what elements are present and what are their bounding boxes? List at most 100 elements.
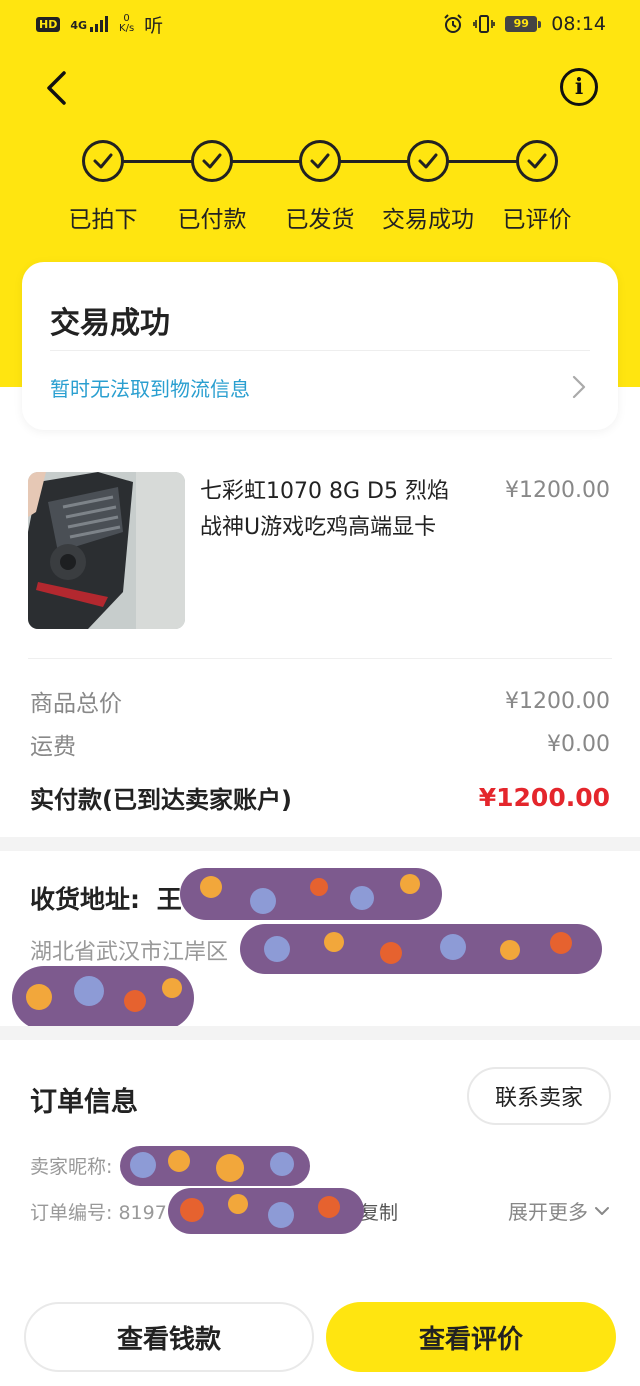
progress-step: 已发货 bbox=[260, 140, 380, 234]
copy-order-number-button[interactable]: 复制 bbox=[360, 1198, 398, 1225]
paid-label: 实付款(已到达卖家账户) bbox=[30, 786, 292, 814]
check-icon bbox=[516, 140, 558, 182]
check-icon bbox=[82, 140, 124, 182]
battery-tip bbox=[538, 20, 542, 28]
censor-overlay bbox=[120, 1146, 310, 1186]
check-icon bbox=[191, 140, 233, 182]
step-label: 交易成功 bbox=[382, 207, 474, 233]
censor-pattern bbox=[180, 1198, 204, 1222]
progress-step: 已付款 bbox=[152, 140, 272, 234]
censor-pattern bbox=[400, 874, 420, 894]
clock: 08:14 bbox=[551, 13, 606, 35]
paid-value: ¥1200.00 bbox=[478, 783, 610, 812]
step-label: 已评价 bbox=[502, 207, 572, 233]
hd-badge: HD bbox=[36, 16, 61, 32]
product-title-line: 七彩虹1070 8G D5 烈焰 bbox=[200, 479, 449, 504]
address-text: 湖北省武汉市江岸区 bbox=[30, 940, 229, 965]
chevron-left-icon bbox=[47, 71, 66, 105]
censor-pattern bbox=[268, 1202, 294, 1228]
censor-pattern bbox=[350, 886, 374, 910]
contact-seller-button[interactable]: 联系卖家 bbox=[467, 1067, 611, 1125]
censor-overlay bbox=[180, 868, 442, 920]
product-title[interactable]: 七彩虹1070 8G D5 烈焰 战神U游戏吃鸡高端显卡 bbox=[200, 474, 490, 546]
censor-pattern bbox=[168, 1150, 190, 1172]
progress-step: 交易成功 bbox=[368, 140, 488, 234]
censor-pattern bbox=[310, 878, 328, 896]
product-price: ¥1200.00 bbox=[505, 478, 610, 503]
expand-more-button[interactable]: 展开更多 bbox=[508, 1196, 610, 1225]
address-label-text: 收货地址: bbox=[30, 885, 140, 914]
censor-pattern bbox=[130, 1152, 156, 1178]
censor-pattern bbox=[124, 990, 146, 1012]
signal-icon bbox=[90, 16, 109, 32]
check-icon bbox=[299, 140, 341, 182]
censor-overlay bbox=[240, 924, 602, 974]
chevron-down-icon bbox=[595, 1206, 609, 1215]
net-speed-unit: K/s bbox=[119, 23, 135, 34]
censor-pattern bbox=[270, 1152, 294, 1176]
seller-nickname-label: 卖家昵称: bbox=[30, 1156, 113, 1178]
logistics-row[interactable]: 暂时无法取到物流信息 bbox=[50, 362, 588, 412]
view-money-button[interactable]: 查看钱款 bbox=[24, 1302, 314, 1372]
listen-icon: 听 bbox=[144, 14, 164, 37]
censor-pattern bbox=[440, 934, 466, 960]
section-separator bbox=[0, 1026, 640, 1040]
censor-pattern bbox=[324, 932, 344, 952]
info-icon: i bbox=[574, 74, 584, 100]
alarm-icon bbox=[444, 14, 462, 33]
shipping-label: 运费 bbox=[30, 734, 76, 760]
product-image[interactable] bbox=[28, 472, 185, 629]
censor-pattern bbox=[380, 942, 402, 964]
censor-overlay bbox=[168, 1188, 364, 1234]
censor-pattern bbox=[200, 876, 222, 898]
censor-pattern bbox=[216, 1154, 244, 1182]
trade-status-title: 交易成功 bbox=[50, 306, 170, 341]
step-label: 已付款 bbox=[177, 207, 247, 233]
censor-pattern bbox=[162, 978, 182, 998]
vibrate-icon bbox=[473, 15, 496, 33]
order-number-label: 订单编号: 8197 bbox=[30, 1202, 167, 1224]
goods-total-label: 商品总价 bbox=[30, 691, 122, 717]
goods-total-value: ¥1200.00 bbox=[505, 688, 610, 714]
view-review-button[interactable]: 查看评价 bbox=[326, 1302, 616, 1372]
network-indicator: 4G bbox=[70, 16, 109, 32]
status-bar-left: HD 4G 0 K/s 听 bbox=[36, 11, 163, 38]
status-card: 交易成功 暂时无法取到物流信息 bbox=[22, 262, 618, 430]
shipping-row: 运费 ¥0.00 bbox=[30, 727, 610, 761]
step-label: 已发货 bbox=[285, 207, 355, 233]
product-title-line: 战神U游戏吃鸡高端显卡 bbox=[200, 515, 437, 540]
battery-icon: 99 bbox=[505, 16, 542, 32]
censor-pattern bbox=[550, 932, 572, 954]
progress-step: 已拍下 bbox=[43, 140, 163, 234]
divider bbox=[28, 658, 612, 659]
recipient-name: 王 bbox=[156, 885, 182, 914]
back-button[interactable] bbox=[36, 66, 76, 110]
censor-pattern bbox=[264, 936, 290, 962]
censor-pattern bbox=[228, 1194, 248, 1214]
graphics-card-photo bbox=[28, 472, 185, 629]
paid-row: 实付款(已到达卖家账户) ¥1200.00 bbox=[30, 780, 610, 815]
chevron-right-icon bbox=[572, 375, 586, 399]
expand-more-label: 展开更多 bbox=[508, 1200, 588, 1224]
censor-pattern bbox=[318, 1196, 340, 1218]
progress-step: 已评价 bbox=[477, 140, 597, 234]
address-label: 收货地址: 王 bbox=[30, 880, 182, 916]
step-label: 已拍下 bbox=[68, 207, 138, 233]
check-icon bbox=[407, 140, 449, 182]
battery-level: 99 bbox=[505, 16, 538, 32]
censor-pattern bbox=[250, 888, 276, 914]
network-type: 4G bbox=[70, 19, 88, 32]
order-info-title: 订单信息 bbox=[30, 1087, 138, 1118]
censor-pattern bbox=[500, 940, 520, 960]
censor-overlay bbox=[12, 966, 194, 1030]
logistics-text: 暂时无法取到物流信息 bbox=[50, 376, 250, 401]
goods-total-row: 商品总价 ¥1200.00 bbox=[30, 684, 610, 718]
status-bar: HD 4G 0 K/s 听 99 08:14 bbox=[0, 0, 640, 48]
info-button[interactable]: i bbox=[560, 68, 598, 106]
status-bar-right: 99 08:14 bbox=[443, 13, 606, 35]
net-speed: 0 K/s bbox=[119, 14, 134, 34]
shipping-value: ¥0.00 bbox=[547, 731, 610, 757]
censor-pattern bbox=[74, 976, 104, 1006]
order-progress: 已拍下 已付款 已发货 交易成功 已评价 bbox=[0, 140, 640, 236]
censor-pattern bbox=[26, 984, 52, 1010]
